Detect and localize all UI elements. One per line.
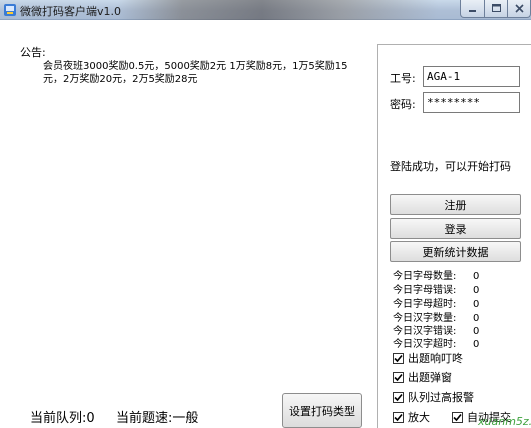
register-button[interactable]: 注册 <box>390 194 521 215</box>
beep-option[interactable]: 出题响叮咚 <box>393 350 463 366</box>
stat-label: 今日字母错误: <box>393 285 457 296</box>
close-icon <box>514 4 524 13</box>
login-button[interactable]: 登录 <box>390 218 521 239</box>
minimize-button[interactable] <box>460 0 485 18</box>
queue-status: 当前队列:0 <box>30 411 95 426</box>
queue-alarm-checkbox[interactable] <box>393 391 404 403</box>
maximize-button[interactable] <box>485 0 508 18</box>
auto-submit-checkbox[interactable] <box>452 411 463 423</box>
stat-label: 今日字母数量: <box>393 271 457 282</box>
password-label: 密码: <box>390 98 416 111</box>
title-bar-background-image <box>118 0 438 20</box>
check-icon <box>394 393 403 401</box>
login-message: 登陆成功，可以开始打码 <box>390 160 511 173</box>
close-button[interactable] <box>508 0 531 18</box>
popup-checkbox[interactable] <box>393 371 404 383</box>
stat-value: 0 <box>473 339 480 350</box>
stat-row: 今日字母错误: 0 <box>393 281 479 296</box>
window-title: 微微打码客户端v1.0 <box>20 5 122 18</box>
maximize-icon <box>491 4 501 12</box>
id-label: 工号: <box>390 72 416 85</box>
notice-label: 公告: <box>20 46 46 59</box>
stat-row: 今日字母数量: 0 <box>393 267 479 282</box>
zoom-option[interactable]: 放大 <box>393 409 430 425</box>
zoom-label: 放大 <box>408 411 430 424</box>
notice-text: 会员夜班3000奖励0.5元，5000奖励2元 1万奖励8元，1万5奖励15元，… <box>43 61 348 85</box>
id-input[interactable]: AGA-1 <box>423 66 520 87</box>
check-icon <box>394 373 403 381</box>
password-input[interactable]: ******** <box>423 92 520 113</box>
beep-label: 出题响叮咚 <box>408 352 463 365</box>
beep-checkbox[interactable] <box>393 352 404 364</box>
stat-label: 今日汉字超时: <box>393 339 457 350</box>
popup-option[interactable]: 出题弹窗 <box>393 369 452 385</box>
update-stats-button[interactable]: 更新统计数据 <box>390 241 521 262</box>
stat-row: 今日字母超时: 0 <box>393 295 479 310</box>
title-bar: 微微打码客户端v1.0 <box>0 0 531 20</box>
popup-label: 出题弹窗 <box>408 371 452 384</box>
stat-label: 今日字母超时: <box>393 299 457 310</box>
queue-alarm-label: 队列过高报警 <box>408 391 474 404</box>
check-icon <box>394 354 403 362</box>
speed-status: 当前题速:一般 <box>116 411 199 426</box>
check-icon <box>453 413 462 421</box>
minimize-icon <box>469 10 476 12</box>
check-icon <box>394 413 403 421</box>
set-type-button[interactable]: 设置打码类型 <box>282 393 362 428</box>
app-icon <box>4 4 16 16</box>
stat-row: 今日汉字超时: 0 <box>393 335 479 350</box>
zoom-checkbox[interactable] <box>393 411 404 423</box>
queue-alarm-option[interactable]: 队列过高报警 <box>393 389 474 405</box>
watermark: xuanm5z.com <box>478 415 531 428</box>
